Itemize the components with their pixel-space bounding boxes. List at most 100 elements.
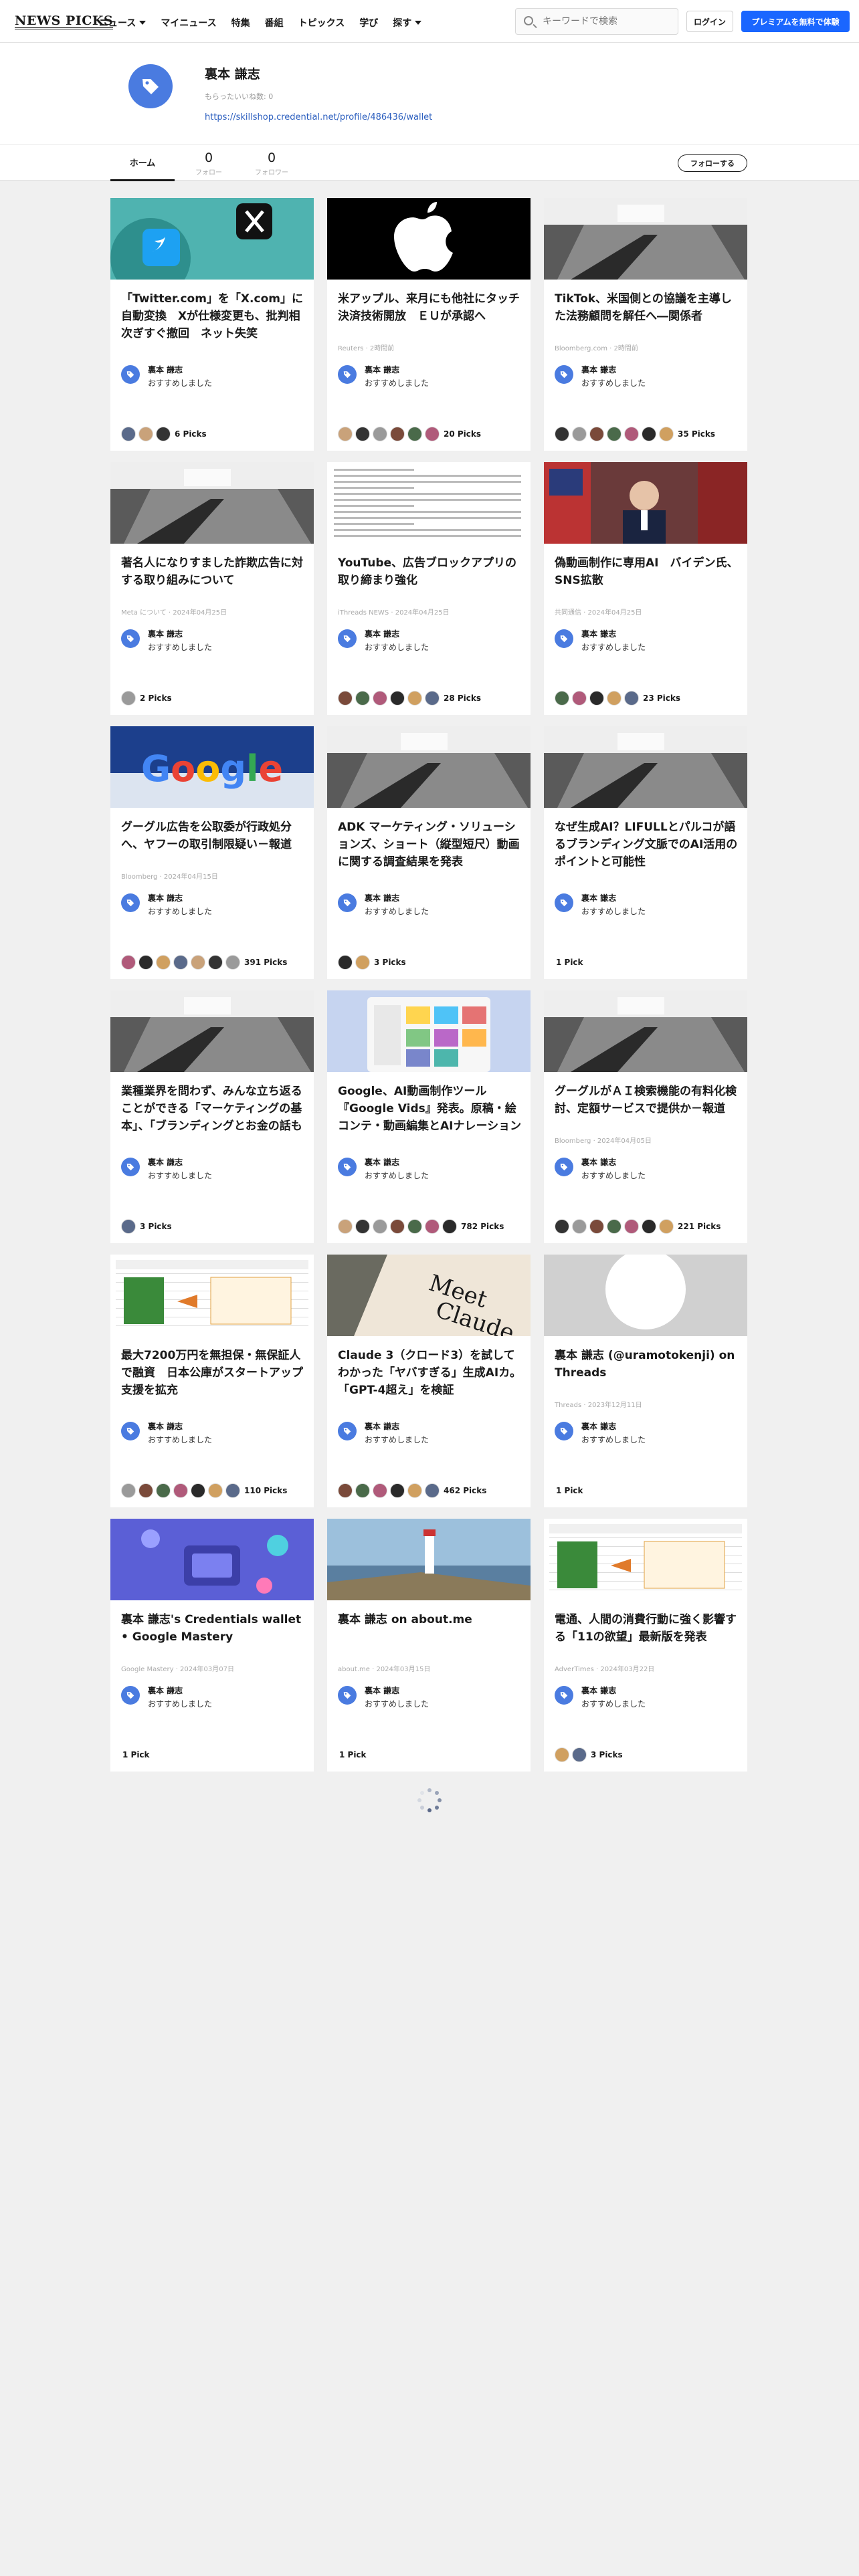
article-title[interactable]: 著名人になりすました詐欺広告に対する取り組みについて [121,554,308,607]
avatar[interactable] [373,427,387,441]
avatar[interactable] [555,427,569,441]
avatar[interactable] [156,427,171,441]
picker-avatar[interactable] [555,1686,573,1705]
picker-avatar[interactable] [121,1686,140,1705]
avatar[interactable] [390,1483,405,1498]
pick-card[interactable]: なぜ生成AI？LIFULLとパルコが語るブランディング文脈でのAI活用のポイント… [544,726,747,979]
avatar[interactable] [355,691,370,706]
pick-card[interactable]: 電通、人間の消費行動に強く影響する「11の欲望」最新版を発表 AdverTime… [544,1519,747,1772]
picks-row[interactable]: 3 Picks [555,1746,623,1763]
avatar[interactable] [572,1747,587,1762]
picker-avatar[interactable] [121,1422,140,1440]
nav-item-3[interactable]: 番組 [265,16,284,29]
avatar[interactable] [607,691,622,706]
nav-item-2[interactable]: 特集 [231,16,250,29]
avatar[interactable] [572,427,587,441]
nav-item-4[interactable]: トピックス [298,16,345,29]
article-title[interactable]: グーグル広告を公取委が行政処分へ、ヤフーの取引制限疑い－報道 [121,819,308,871]
avatar[interactable] [390,427,405,441]
following-stat[interactable]: 0 フォロー [182,150,235,177]
picker-name[interactable]: 裏本 謙志 [365,1420,399,1432]
picker-avatar[interactable] [338,629,357,648]
avatar[interactable] [355,427,370,441]
avatar[interactable] [642,427,656,441]
picks-row[interactable]: 3 Picks [121,1218,172,1235]
article-thumbnail[interactable] [544,1255,747,1336]
pick-card[interactable]: 「Twitter.com」を「X.com」に自動変換 Xが仕様変更も、批判相次ぎ… [110,198,314,451]
article-title[interactable]: TikTok、米国側との協議を主導した法務顧問を解任へ―関係者 [555,290,742,342]
article-thumbnail[interactable] [327,1519,531,1600]
avatar[interactable] [121,691,136,706]
avatar[interactable] [173,955,188,970]
avatar[interactable] [338,1219,353,1234]
avatar[interactable] [338,691,353,706]
picks-row[interactable]: 1 Pick [555,1482,583,1499]
followers-stat[interactable]: 0 フォロワー [245,150,298,177]
pick-card[interactable]: 著名人になりすました詐欺広告に対する取り組みについて Meta について · 2… [110,462,314,715]
avatar[interactable] [659,427,674,441]
pick-card[interactable]: 米アップル、来月にも他社にタッチ決済技術開放 ＥＵが承認へ Reuters · … [327,198,531,451]
article-thumbnail[interactable] [544,1519,747,1600]
article-thumbnail[interactable] [327,990,531,1072]
picker-avatar[interactable] [555,629,573,648]
avatar[interactable] [555,691,569,706]
profile-link[interactable]: https://skillshop.credential.net/profile… [205,112,432,122]
pick-card[interactable]: 業種業界を問わず、みんな立ち返ることができる「マーケティングの基本」、「ブランデ… [110,990,314,1243]
article-title[interactable]: 裏本 謙志 on about.me [338,1611,525,1663]
avatar[interactable] [355,1219,370,1234]
avatar[interactable] [121,1219,136,1234]
article-title[interactable]: 裏本 謙志 (@uramotokenji) on Threads [555,1347,742,1399]
picker-name[interactable]: 裏本 謙志 [581,1420,616,1432]
tab-home[interactable]: ホーム [110,145,175,181]
avatar[interactable] [442,1219,457,1234]
article-thumbnail[interactable] [110,198,314,280]
pick-card[interactable]: YouTube、広告ブロックアプリの取り締まり強化 iThreads NEWS … [327,462,531,715]
picker-name[interactable]: 裏本 謙志 [365,892,399,903]
picker-avatar[interactable] [555,893,573,912]
article-title[interactable]: Claude 3（クロード3）を試してわかった「ヤバすぎる」生成AIカ。「GPT… [338,1347,525,1399]
avatar[interactable] [173,1483,188,1498]
avatar[interactable] [208,1483,223,1498]
avatar[interactable] [208,955,223,970]
article-thumbnail[interactable] [110,1519,314,1600]
avatar[interactable] [225,955,240,970]
picks-row[interactable]: 1 Pick [121,1746,150,1763]
newspicks-logo[interactable]: NEWS PICKS [15,14,114,29]
picks-row[interactable]: 20 Picks [338,425,481,443]
picker-avatar[interactable] [555,1158,573,1176]
picks-row[interactable]: 221 Picks [555,1218,721,1235]
picker-avatar[interactable] [121,365,140,384]
avatar[interactable] [572,691,587,706]
avatar[interactable] [191,1483,205,1498]
avatar[interactable] [156,1483,171,1498]
pick-card[interactable]: Google、AI動画制作ツール『Google Vids』発表。原稿・絵コンテ・… [327,990,531,1243]
picker-avatar[interactable] [121,1158,140,1176]
avatar[interactable] [555,1219,569,1234]
pick-card[interactable]: ADK マーケティング・ソリューションズ、ショート（縦型短尺）動画 に関する調査… [327,726,531,979]
picker-name[interactable]: 裏本 謙志 [581,892,616,903]
avatar[interactable] [407,1483,422,1498]
avatar[interactable] [407,427,422,441]
avatar[interactable] [156,955,171,970]
picker-avatar[interactable] [338,1422,357,1440]
avatar[interactable] [338,955,353,970]
picker-name[interactable]: 裏本 謙志 [148,364,183,375]
article-title[interactable]: なぜ生成AI？LIFULLとパルコが語るブランディング文脈でのAI活用のポイント… [555,819,742,871]
article-thumbnail[interactable] [544,726,747,808]
article-thumbnail[interactable]: Google [110,726,314,808]
picker-name[interactable]: 裏本 謙志 [581,364,616,375]
picker-avatar[interactable] [555,365,573,384]
nav-item-6[interactable]: 探す [393,16,422,29]
avatar[interactable] [121,955,136,970]
article-title[interactable]: 裏本 謙志's Credentials wallet • Google Mast… [121,1611,308,1663]
picker-name[interactable]: 裏本 謙志 [365,1156,399,1168]
article-title[interactable]: 「Twitter.com」を「X.com」に自動変換 Xが仕様変更も、批判相次ぎ… [121,290,308,342]
picker-avatar[interactable] [338,1686,357,1705]
avatar[interactable] [121,1483,136,1498]
picks-row[interactable]: 2 Picks [121,689,172,707]
picker-name[interactable]: 裏本 謙志 [365,364,399,375]
avatar[interactable] [338,427,353,441]
avatar[interactable] [225,1483,240,1498]
avatar[interactable] [338,1483,353,1498]
article-thumbnail[interactable] [110,990,314,1072]
